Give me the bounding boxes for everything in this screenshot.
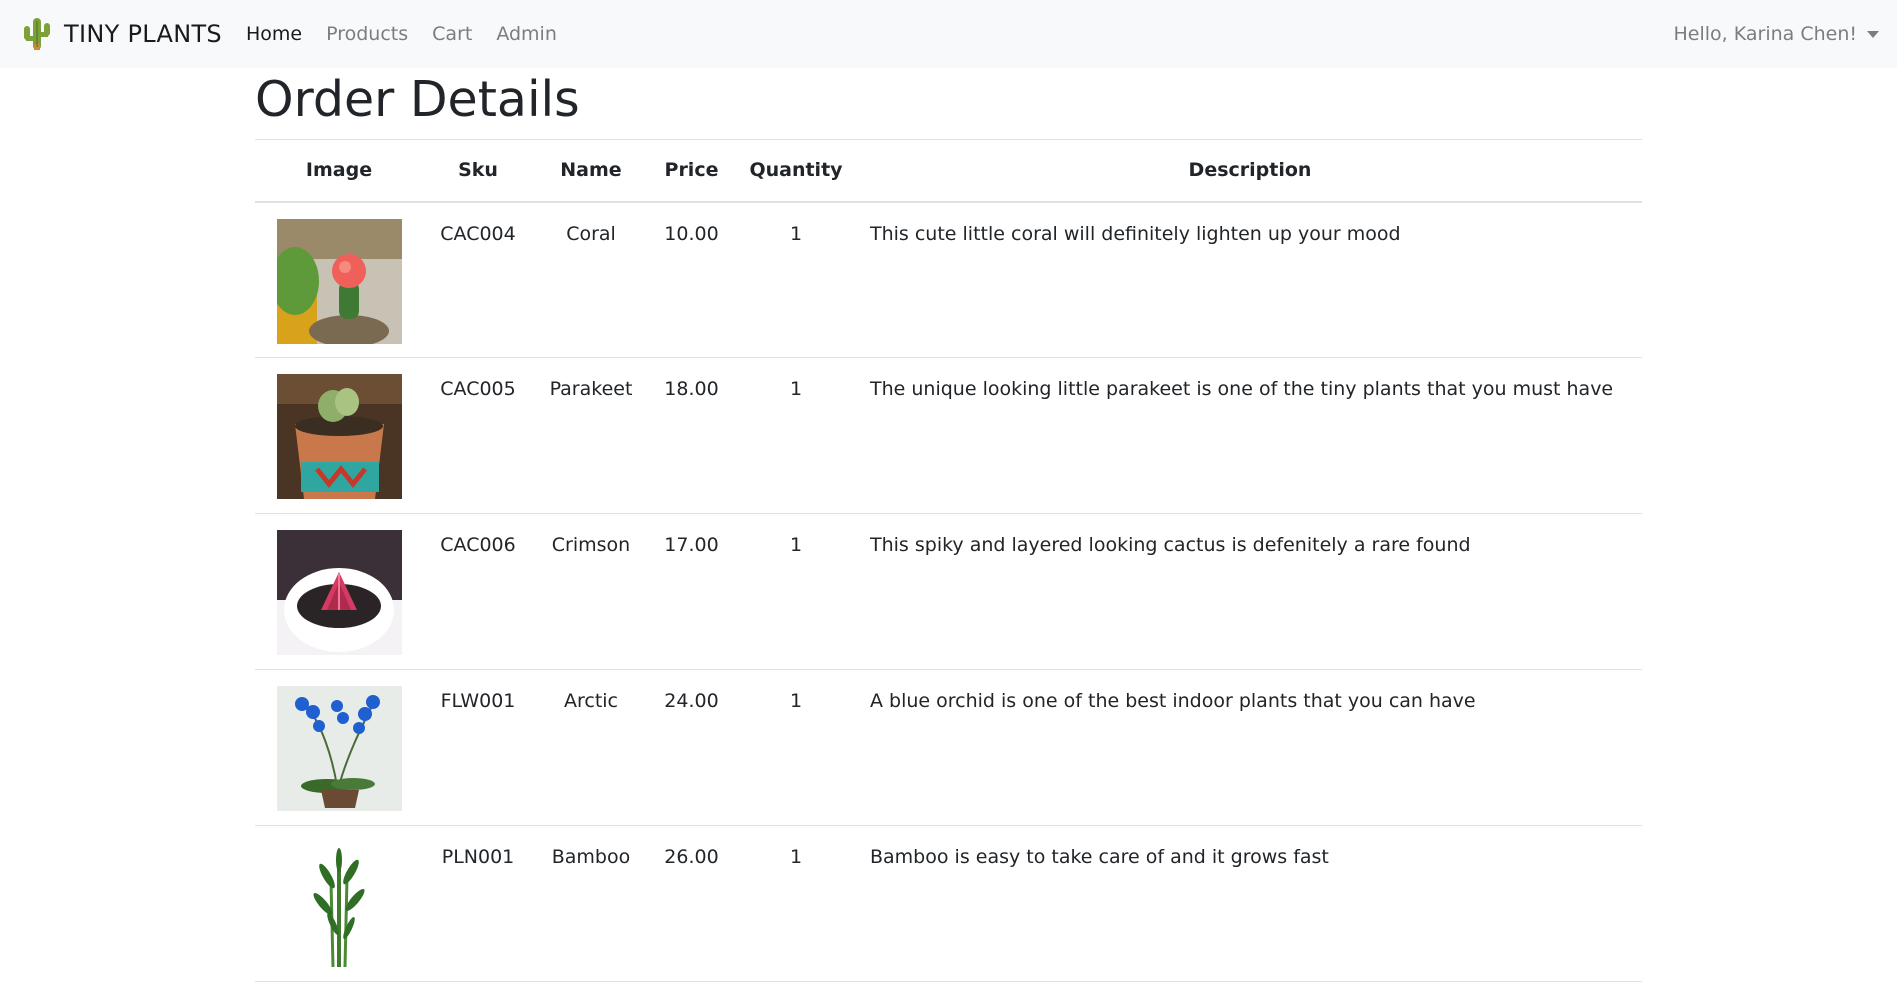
name-cell: Parakeet [533,357,649,514]
user-dropdown[interactable]: Hello, Karina Chen! [1674,20,1879,48]
image-cell [255,513,423,670]
column-header-price: Price [649,139,734,203]
price-cell: 26.00 [649,825,734,982]
page-title: Order Details [255,71,580,128]
order-details-container: Order Details Image Sku Name Price Quant… [255,68,1642,982]
table-row: CAC005 Parakeet 18.00 1 The unique looki… [255,357,1642,514]
image-cell [255,357,423,514]
parakeet-cactus-image [276,374,402,499]
description-cell: A blue orchid is one of the best indoor … [858,669,1642,826]
image-cell [255,201,423,358]
order-table: Image Sku Name Price Quantity Descriptio… [255,139,1642,982]
description-cell: This cute little coral will definitely l… [858,201,1642,358]
brand-name: TINY PLANTS [64,20,222,48]
main-nav: Home Products Cart Admin [246,20,581,48]
price-cell: 10.00 [649,201,734,358]
image-cell [255,669,423,826]
sku-cell: FLW001 [423,669,533,826]
name-cell: Bamboo [533,825,649,982]
image-cell [255,825,423,982]
description-cell: The unique looking little parakeet is on… [858,357,1642,514]
description-cell: Bamboo is easy to take care of and it gr… [858,825,1642,982]
table-row: PLN001 Bamboo 26.00 1 Bamboo is easy to … [255,825,1642,982]
top-navbar: TINY PLANTS Home Products Cart Admin Hel… [0,0,1897,68]
price-cell: 17.00 [649,513,734,670]
column-header-sku: Sku [423,139,533,203]
table-row: CAC006 Crimson 17.00 1 This spiky and la… [255,513,1642,670]
name-cell: Coral [533,201,649,358]
price-cell: 24.00 [649,669,734,826]
sku-cell: CAC005 [423,357,533,514]
name-cell: Arctic [533,669,649,826]
chevron-down-icon [1867,30,1879,38]
quantity-cell: 1 [734,669,858,826]
brand-link[interactable]: TINY PLANTS [22,16,222,52]
bamboo-image [276,842,402,967]
table-row: CAC004 Coral 10.00 1 This cute little co… [255,201,1642,358]
nav-products[interactable]: Products [326,20,408,48]
user-greeting: Hello, Karina Chen! [1673,23,1857,45]
quantity-cell: 1 [734,825,858,982]
column-header-image: Image [255,139,423,203]
sku-cell: PLN001 [423,825,533,982]
crimson-cactus-image [276,530,402,655]
nav-admin[interactable]: Admin [496,20,557,48]
sku-cell: CAC004 [423,201,533,358]
sku-cell: CAC006 [423,513,533,670]
column-header-name: Name [533,139,649,203]
name-cell: Crimson [533,513,649,670]
price-cell: 18.00 [649,357,734,514]
quantity-cell: 1 [734,513,858,670]
nav-home[interactable]: Home [246,20,302,48]
table-row: FLW001 Arctic 24.00 1 A blue orchid is o… [255,669,1642,826]
blue-orchid-image [276,686,402,811]
coral-cactus-image [276,218,402,344]
table-header-row: Image Sku Name Price Quantity Descriptio… [255,139,1642,203]
description-cell: This spiky and layered looking cactus is… [858,513,1642,670]
cactus-logo-icon [24,18,50,50]
quantity-cell: 1 [734,357,858,514]
nav-cart[interactable]: Cart [432,20,472,48]
column-header-description: Description [858,139,1642,203]
quantity-cell: 1 [734,201,858,358]
column-header-quantity: Quantity [734,139,858,203]
